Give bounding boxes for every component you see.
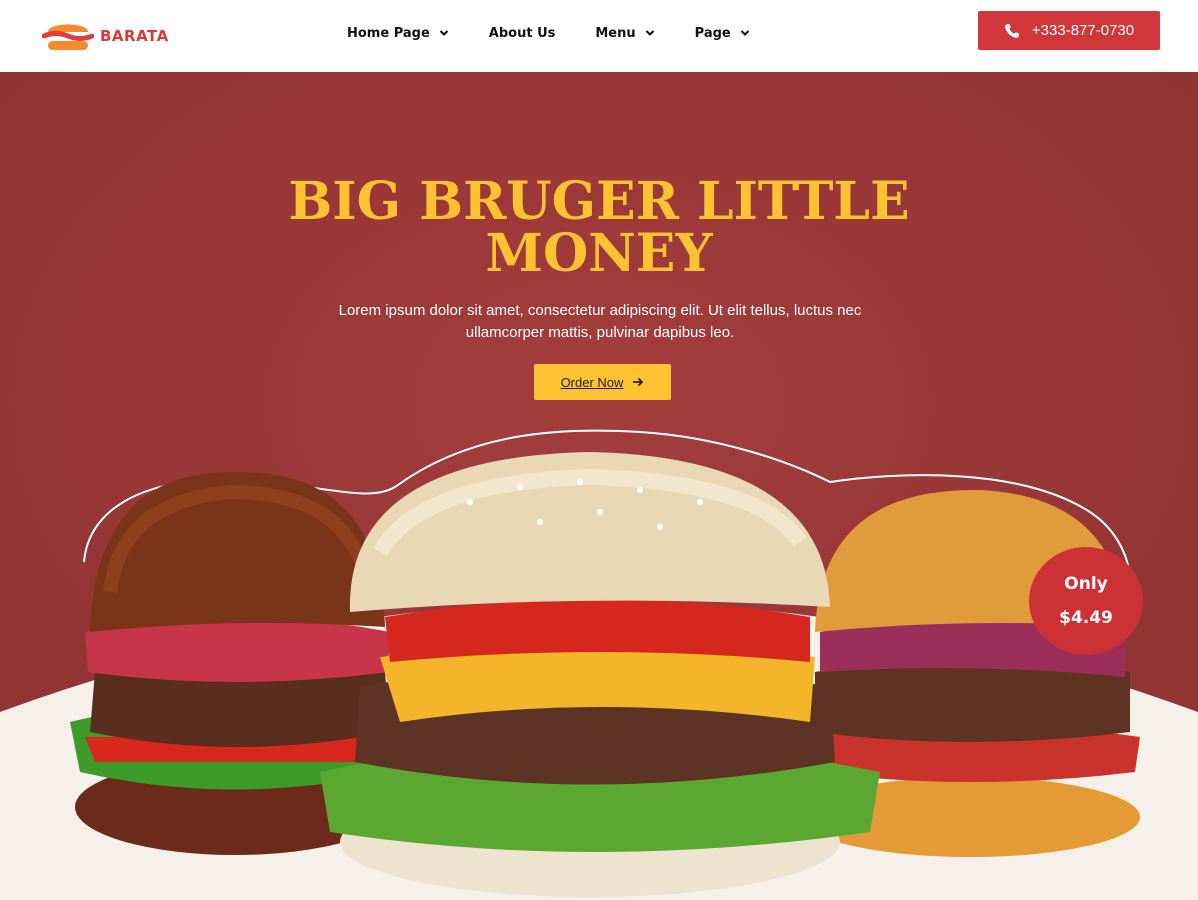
nav-item-label: Page — [694, 25, 731, 41]
brand-name: BARATA — [100, 27, 169, 45]
nav-item-label: Menu — [595, 25, 636, 41]
burgers-image — [70, 452, 1140, 897]
chevron-down-icon — [645, 30, 654, 36]
phone-icon — [1005, 23, 1019, 38]
price-badge-label: Only — [1064, 574, 1108, 594]
brand-logo[interactable]: BARATA — [41, 16, 169, 56]
hero-section: BIG BRUGER LITTLE MONEY Lorem ipsum dolo… — [0, 72, 1198, 900]
nav-item-menu[interactable]: Menu — [595, 26, 654, 41]
phone-call-button[interactable]: +333-877-0730 — [978, 11, 1160, 50]
chevron-down-icon — [439, 30, 448, 36]
nav-item-label: Home Page — [347, 25, 430, 41]
site-header: BARATA Home Page About Us Menu Page +333… — [0, 0, 1198, 72]
price-badge: Only $4.49 — [1029, 547, 1143, 655]
nav-item-about-us[interactable]: About Us — [489, 26, 556, 41]
price-badge-price: $4.49 — [1059, 608, 1113, 628]
main-nav: Home Page About Us Menu Page — [347, 22, 750, 44]
nav-item-home-page[interactable]: Home Page — [347, 26, 449, 41]
burger-logo-icon — [41, 16, 95, 56]
center-burger — [320, 452, 880, 897]
nav-item-page[interactable]: Page — [695, 26, 750, 41]
phone-number: +333-877-0730 — [1031, 22, 1135, 39]
chevron-down-icon — [740, 30, 749, 36]
nav-item-label: About Us — [488, 25, 556, 41]
